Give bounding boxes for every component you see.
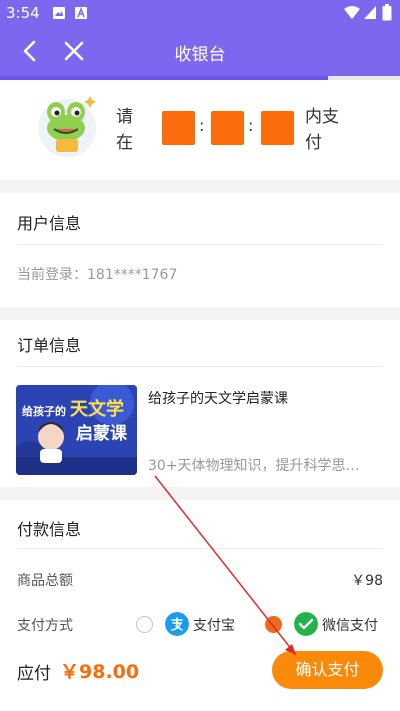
bottom-pay-bar: 应付 ￥98.00 确认支付 xyxy=(0,641,400,699)
order-info-card: 订单信息 给孩子的 天文学 启蒙课 给孩子的天文学启蒙课 30+天体物理知识，提… xyxy=(0,320,400,487)
thumb-heading-sub: 启蒙课 xyxy=(76,424,127,444)
timer-seconds-box xyxy=(261,111,294,145)
divider xyxy=(17,548,383,549)
wifi-icon xyxy=(344,6,360,19)
divider xyxy=(17,244,383,245)
wechat-label[interactable]: 微信支付 xyxy=(322,615,378,635)
timer-prompt-left: 请在 xyxy=(116,107,133,153)
current-login-text: 当前登录：181****1767 xyxy=(17,267,178,283)
status-time: 3:54 xyxy=(6,4,40,22)
thumb-heading-large: 天文学 xyxy=(70,399,124,420)
page-title: 收银台 xyxy=(174,45,226,65)
battery-icon xyxy=(382,4,392,21)
font-notification-icon xyxy=(75,6,87,19)
payment-info-title: 付款信息 xyxy=(17,520,82,539)
payment-method-label: 支付方式 xyxy=(17,618,73,634)
alipay-label[interactable]: 支付宝 xyxy=(193,615,235,635)
wechat-radio[interactable] xyxy=(265,616,282,633)
wechat-icon xyxy=(294,612,318,636)
alipay-icon xyxy=(165,612,189,636)
course-title: 给孩子的天文学启蒙课 xyxy=(148,391,288,407)
alipay-radio[interactable] xyxy=(136,616,153,633)
course-thumbnail[interactable]: 给孩子的 天文学 启蒙课 xyxy=(16,385,137,475)
total-value: ￥98 xyxy=(351,573,383,589)
amount-due-value: ￥98.00 xyxy=(60,661,140,683)
image-notification-icon xyxy=(53,7,65,19)
confirm-payment-button[interactable]: 确认支付 xyxy=(272,651,383,689)
status-bar: 3:54 xyxy=(0,0,400,26)
payment-timer-card: 请在 : : 内支付 xyxy=(0,80,400,180)
timer-separator: : xyxy=(248,116,254,135)
user-info-card: 用户信息 当前登录：181****1767 xyxy=(0,193,400,307)
thumb-heading-small: 给孩子的 xyxy=(22,405,66,418)
course-description: 30+天体物理知识，提升科学思… xyxy=(148,458,360,474)
nav-bar: 收银台 xyxy=(0,26,400,76)
signal-icon xyxy=(364,6,376,19)
timer-separator: : xyxy=(199,116,205,135)
total-label: 商品总额 xyxy=(17,573,73,589)
timer-hours-box xyxy=(162,111,195,145)
frog-mascot-icon xyxy=(38,96,96,157)
user-info-title: 用户信息 xyxy=(17,214,82,233)
timer-prompt-right: 内支付 xyxy=(305,107,339,153)
amount-due-label: 应付 xyxy=(17,664,51,684)
order-info-title: 订单信息 xyxy=(17,336,82,355)
divider xyxy=(17,366,383,367)
timer-minutes-box xyxy=(211,111,244,145)
